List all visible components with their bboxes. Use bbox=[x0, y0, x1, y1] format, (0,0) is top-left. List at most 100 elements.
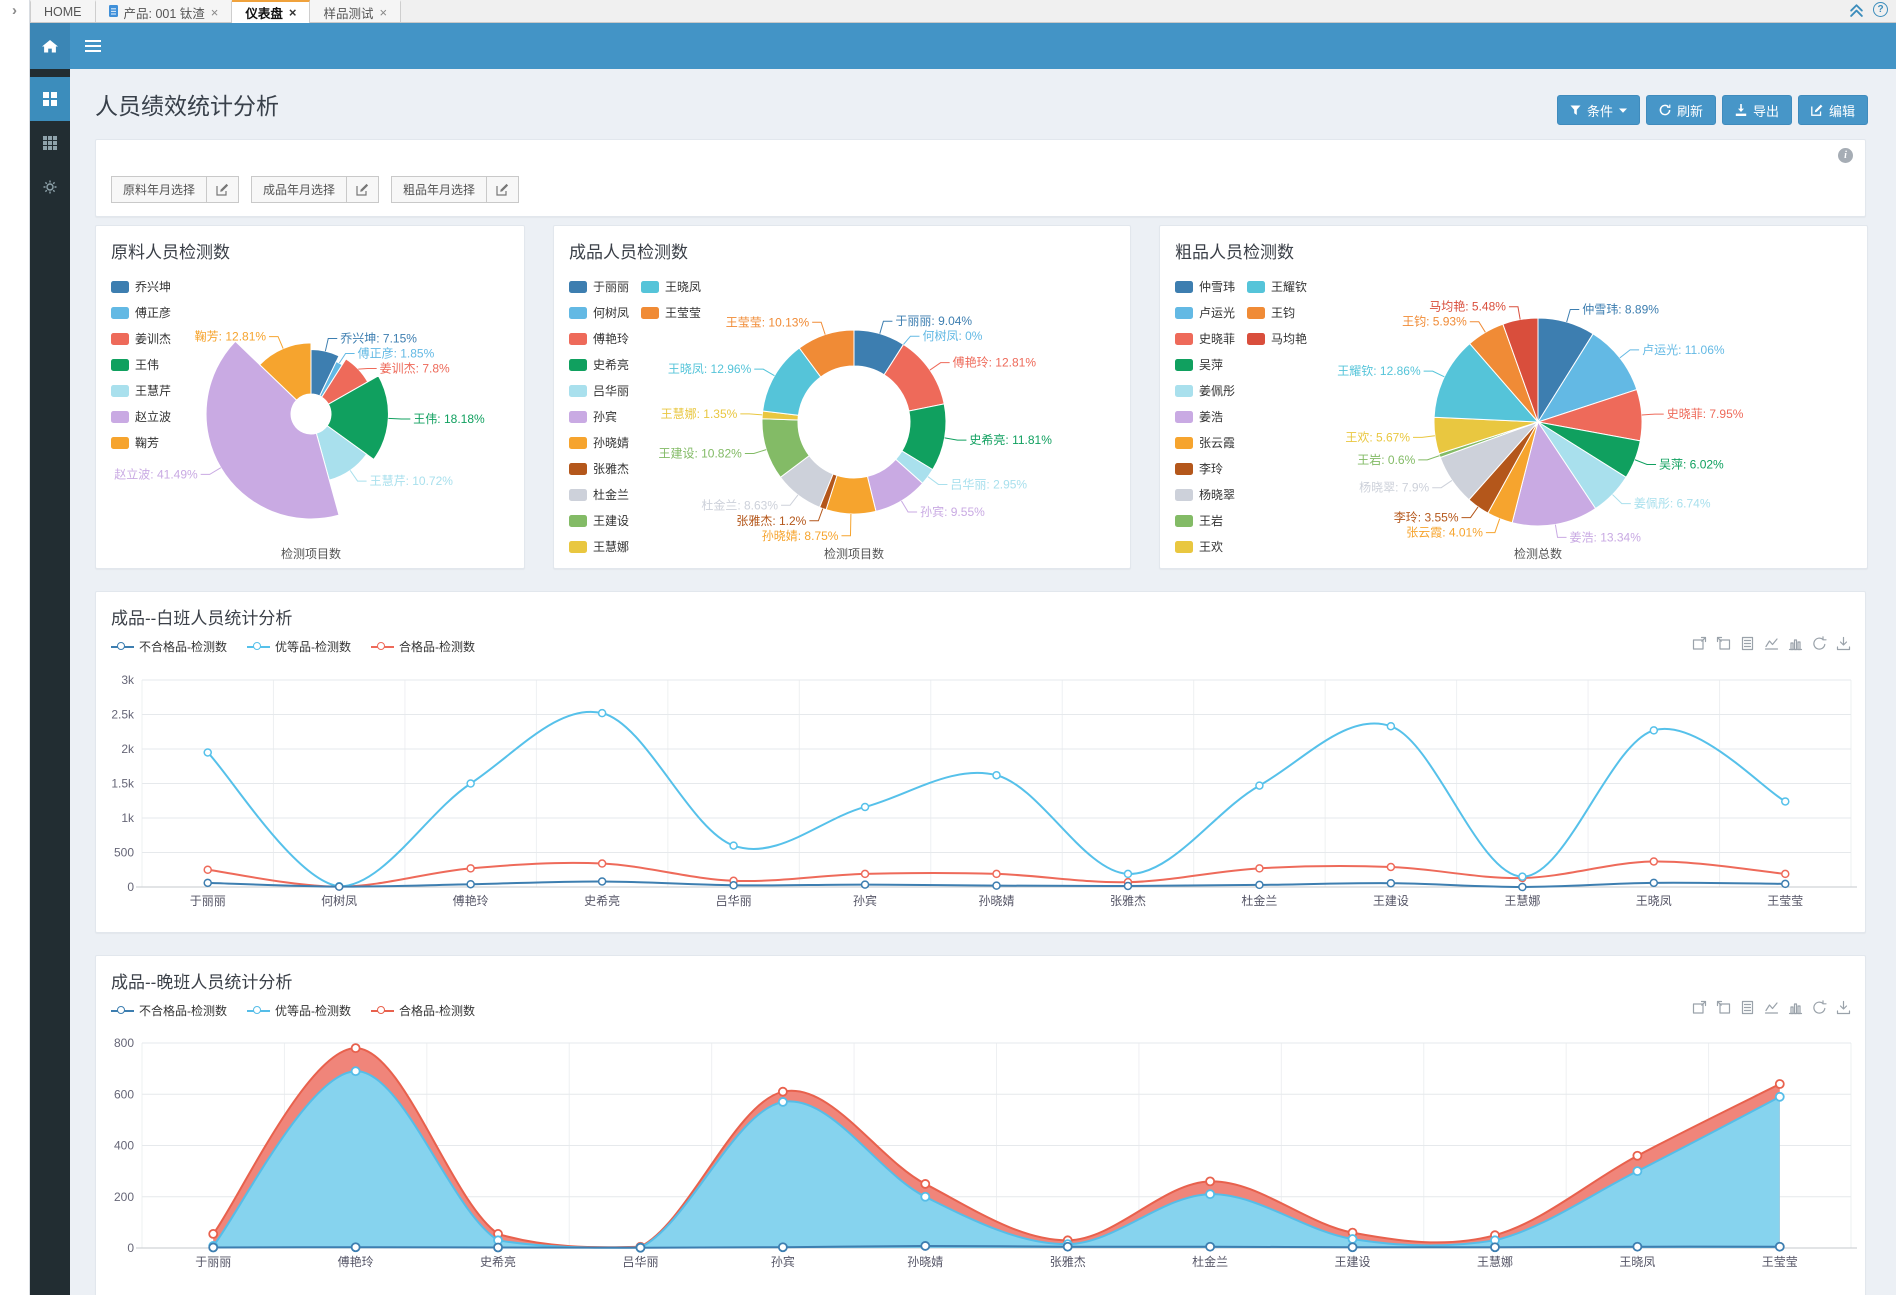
data-point-marker[interactable] bbox=[1519, 884, 1526, 891]
zoom-reset-icon[interactable] bbox=[1716, 1000, 1731, 1015]
legend-item[interactable]: 王晓凤 bbox=[641, 278, 701, 295]
download-icon[interactable] bbox=[1836, 636, 1851, 651]
data-point-marker[interactable] bbox=[599, 860, 606, 867]
legend-item[interactable]: 吕华丽 bbox=[569, 382, 629, 399]
data-point-marker[interactable] bbox=[1349, 1235, 1357, 1243]
legend-item[interactable]: 张云霞 bbox=[1175, 434, 1235, 451]
data-point-marker[interactable] bbox=[1782, 880, 1789, 887]
legend-item[interactable]: 不合格品-检测数 bbox=[111, 1002, 227, 1019]
restore-icon[interactable] bbox=[1812, 636, 1827, 651]
data-point-marker[interactable] bbox=[599, 878, 606, 885]
legend-item[interactable]: 王耀钦 bbox=[1247, 278, 1307, 295]
data-point-marker[interactable] bbox=[467, 865, 474, 872]
legend-item[interactable]: 姜佩彤 bbox=[1175, 382, 1235, 399]
legend-item[interactable]: 王慧娜 bbox=[569, 538, 629, 555]
data-point-marker[interactable] bbox=[494, 1243, 502, 1251]
data-point-marker[interactable] bbox=[1206, 1177, 1214, 1185]
legend-item[interactable]: 何树凤 bbox=[569, 304, 629, 321]
legend-item[interactable]: 王钧 bbox=[1247, 304, 1307, 321]
legend-item[interactable]: 姜浩 bbox=[1175, 408, 1235, 425]
zoom-select-icon[interactable] bbox=[1692, 1000, 1707, 1015]
tab-sample-test[interactable]: 样品测试 × bbox=[310, 0, 401, 22]
data-point-marker[interactable] bbox=[993, 772, 1000, 779]
legend-item[interactable]: 于丽丽 bbox=[569, 278, 629, 295]
tab-home[interactable]: HOME bbox=[30, 0, 96, 22]
refresh-button[interactable]: 刷新 bbox=[1646, 95, 1716, 125]
data-point-marker[interactable] bbox=[636, 1244, 644, 1252]
sidebar-item-settings[interactable] bbox=[30, 165, 70, 209]
line-chart-icon[interactable] bbox=[1764, 636, 1779, 651]
legend-item[interactable]: 杨晓翠 bbox=[1175, 486, 1235, 503]
data-point-marker[interactable] bbox=[1124, 870, 1131, 877]
data-point-marker[interactable] bbox=[1491, 1243, 1499, 1251]
data-point-marker[interactable] bbox=[1206, 1190, 1214, 1198]
close-icon[interactable]: × bbox=[289, 6, 297, 19]
legend-item[interactable]: 不合格品-检测数 bbox=[111, 638, 227, 655]
info-icon[interactable]: i bbox=[1838, 148, 1853, 163]
raw-month-filter-button[interactable]: 原料年月选择 bbox=[111, 176, 207, 203]
data-point-marker[interactable] bbox=[1124, 882, 1131, 889]
edit-square-icon[interactable] bbox=[347, 176, 379, 203]
data-point-marker[interactable] bbox=[467, 780, 474, 787]
data-point-marker[interactable] bbox=[1650, 858, 1657, 865]
data-point-marker[interactable] bbox=[1782, 870, 1789, 877]
legend-item[interactable]: 孙晓婧 bbox=[569, 434, 629, 451]
data-point-marker[interactable] bbox=[921, 1242, 929, 1250]
sidebar-item-dashboards[interactable] bbox=[30, 77, 70, 121]
legend-item[interactable]: 王伟 bbox=[111, 356, 171, 373]
legend-item[interactable]: 傅艳玲 bbox=[569, 330, 629, 347]
legend-item[interactable]: 李玲 bbox=[1175, 460, 1235, 477]
tab-product[interactable]: 产品: 001 钛渣 × bbox=[96, 0, 233, 22]
zoom-reset-icon[interactable] bbox=[1716, 636, 1731, 651]
data-point-marker[interactable] bbox=[779, 1098, 787, 1106]
legend-item[interactable]: 杜金兰 bbox=[569, 486, 629, 503]
data-point-marker[interactable] bbox=[1349, 1243, 1357, 1251]
data-point-marker[interactable] bbox=[1650, 879, 1657, 886]
data-point-marker[interactable] bbox=[862, 881, 869, 888]
tab-dashboard[interactable]: 仪表盘 × bbox=[232, 0, 310, 23]
data-point-marker[interactable] bbox=[730, 882, 737, 889]
legend-item[interactable]: 乔兴坤 bbox=[111, 278, 171, 295]
data-point-marker[interactable] bbox=[993, 870, 1000, 877]
data-point-marker[interactable] bbox=[862, 803, 869, 810]
legend-item[interactable]: 优等品-检测数 bbox=[247, 1002, 351, 1019]
legend-item[interactable]: 王慧芹 bbox=[111, 382, 171, 399]
data-point-marker[interactable] bbox=[993, 882, 1000, 889]
data-point-marker[interactable] bbox=[1256, 865, 1263, 872]
data-point-marker[interactable] bbox=[204, 866, 211, 873]
data-view-icon[interactable] bbox=[1740, 636, 1755, 651]
collapse-up-icon[interactable] bbox=[1849, 2, 1864, 17]
data-point-marker[interactable] bbox=[779, 1088, 787, 1096]
data-point-marker[interactable] bbox=[1256, 881, 1263, 888]
data-point-marker[interactable] bbox=[1387, 723, 1394, 730]
zoom-select-icon[interactable] bbox=[1692, 636, 1707, 651]
data-point-marker[interactable] bbox=[209, 1230, 217, 1238]
edit-square-icon[interactable] bbox=[487, 176, 519, 203]
home-button[interactable] bbox=[30, 23, 70, 69]
data-point-marker[interactable] bbox=[1776, 1093, 1784, 1101]
line-chart-icon[interactable] bbox=[1764, 1000, 1779, 1015]
data-point-marker[interactable] bbox=[862, 870, 869, 877]
export-button[interactable]: 导出 bbox=[1722, 95, 1792, 125]
data-point-marker[interactable] bbox=[1064, 1243, 1072, 1251]
data-view-icon[interactable] bbox=[1740, 1000, 1755, 1015]
legend-item[interactable]: 王建设 bbox=[569, 512, 629, 529]
data-point-marker[interactable] bbox=[1256, 782, 1263, 789]
data-point-marker[interactable] bbox=[1650, 727, 1657, 734]
sidebar-item-grid[interactable] bbox=[30, 121, 70, 165]
help-icon[interactable]: ? bbox=[1873, 2, 1888, 17]
finished-month-filter-button[interactable]: 成品年月选择 bbox=[251, 176, 347, 203]
data-point-marker[interactable] bbox=[921, 1193, 929, 1201]
data-point-marker[interactable] bbox=[1633, 1243, 1641, 1251]
chevron-right-icon[interactable]: › bbox=[5, 2, 25, 19]
legend-item[interactable]: 孙宾 bbox=[569, 408, 629, 425]
legend-item[interactable]: 王莹莹 bbox=[641, 304, 701, 321]
data-point-marker[interactable] bbox=[1387, 863, 1394, 870]
legend-item[interactable]: 仲雪玮 bbox=[1175, 278, 1235, 295]
legend-item[interactable]: 史晓菲 bbox=[1175, 330, 1235, 347]
data-point-marker[interactable] bbox=[1387, 880, 1394, 887]
data-point-marker[interactable] bbox=[1206, 1243, 1214, 1251]
legend-item[interactable]: 赵立波 bbox=[111, 408, 171, 425]
edit-button[interactable]: 编辑 bbox=[1798, 95, 1868, 125]
data-point-marker[interactable] bbox=[1782, 798, 1789, 805]
